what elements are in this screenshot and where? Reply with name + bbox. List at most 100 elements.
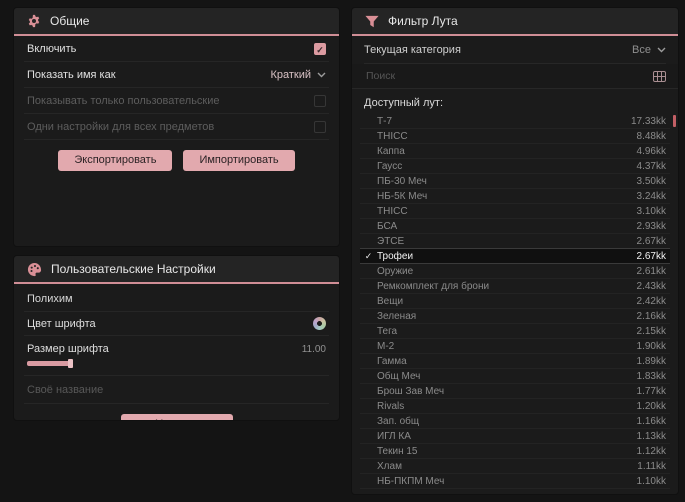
font-color-label: Цвет шрифта xyxy=(27,317,96,330)
loot-item-name: Вещи xyxy=(377,295,404,307)
enable-row: Включить xyxy=(24,36,329,62)
loot-item-value: 1.20kk xyxy=(636,400,666,412)
loot-list-item[interactable]: НБ-ПКПМ Меч 1.10kk xyxy=(360,474,670,489)
font-color-row: Цвет шрифта xyxy=(24,312,329,336)
scrollbar-thumb[interactable] xyxy=(673,115,676,127)
loot-list: Т-7 17.33kk THICC 8.48kk Каппа 4.96kk Га… xyxy=(360,114,670,489)
panel-filter-header: Фильтр Лута xyxy=(352,8,678,36)
panel-custom-settings: Пользовательские Настройки Полихим Цвет … xyxy=(14,256,339,420)
loot-list-item[interactable]: Зап. общ 1.16kk xyxy=(360,414,670,429)
font-size-row: Размер шрифта 11.00 xyxy=(24,336,329,358)
loot-item-value: 1.77kk xyxy=(636,385,666,397)
slider-fill xyxy=(27,361,71,366)
same-settings-row: Одни настройки для всех предметов xyxy=(24,114,329,140)
custom-name-input[interactable] xyxy=(24,376,329,403)
loot-item-name: Гаусс xyxy=(377,160,403,172)
show-name-row: Показать имя как Краткий xyxy=(24,62,329,88)
loot-item-name: Т-7 xyxy=(377,115,392,127)
delete-button[interactable]: Удалить xyxy=(120,414,233,420)
loot-item-value: 1.12kk xyxy=(636,445,666,457)
loot-list-item[interactable]: Т-7 17.33kk xyxy=(360,114,670,129)
color-picker-icon[interactable] xyxy=(313,317,326,330)
loot-item-name: Оружие xyxy=(377,265,414,277)
chevron-down-icon xyxy=(657,47,666,53)
export-button[interactable]: Экспортировать xyxy=(58,150,173,171)
category-row: Текущая категория Все xyxy=(364,36,666,64)
loot-item-name: Зап. общ xyxy=(377,415,420,427)
search-options-icon[interactable] xyxy=(653,70,666,82)
loot-item-name: Каппа xyxy=(377,145,405,157)
category-label: Текущая категория xyxy=(364,43,461,56)
loot-item-name: ИГЛ КА xyxy=(377,430,411,442)
loot-item-value: 1.90kk xyxy=(636,340,666,352)
category-value: Все xyxy=(632,43,651,56)
only-custom-checkbox[interactable] xyxy=(314,94,326,107)
font-size-value: 11.00 xyxy=(301,343,326,355)
loot-item-name: Ремкомплект для брони xyxy=(377,280,490,292)
loot-list-item[interactable]: Тега 2.15kk xyxy=(360,324,670,339)
loot-item-value: 3.50kk xyxy=(636,175,666,187)
loot-list-item[interactable]: М-2 1.90kk xyxy=(360,339,670,354)
loot-list-item[interactable]: THICC 8.48kk xyxy=(360,129,670,144)
loot-list-item[interactable]: Хлам 1.11kk xyxy=(360,459,670,474)
palette-icon xyxy=(27,262,42,277)
loot-item-name: Общ Меч xyxy=(377,370,421,382)
loot-item-value: 2.67kk xyxy=(636,235,666,247)
loot-item-value: 1.16kk xyxy=(636,415,666,427)
same-settings-checkbox[interactable] xyxy=(314,120,326,133)
loot-list-item[interactable]: Брош Зав Меч 1.77kk xyxy=(360,384,670,399)
loot-item-value: 2.43kk xyxy=(636,280,666,292)
loot-item-name: ЭТСЕ xyxy=(377,235,405,247)
loot-list-item[interactable]: Rivals 1.20kk xyxy=(360,399,670,414)
loot-list-item[interactable]: Ремкомплект для брони 2.43kk xyxy=(360,279,670,294)
show-name-select[interactable]: Краткий xyxy=(270,69,326,81)
loot-list-item[interactable]: Гаусс 4.37kk xyxy=(360,159,670,174)
check-icon xyxy=(360,251,377,262)
loot-item-name: Тега xyxy=(377,325,398,337)
loot-item-name: Трофеи xyxy=(377,250,414,262)
loot-list-item[interactable]: ИГЛ КА 1.13kk xyxy=(360,429,670,444)
loot-item-name: НБ-ПКПМ Меч xyxy=(377,475,445,487)
selected-item-name: Полихим xyxy=(24,284,329,312)
loot-list-item[interactable]: Текин 15 1.12kk xyxy=(360,444,670,459)
loot-item-value: 2.93kk xyxy=(636,220,666,232)
loot-item-name: ПБ-30 Меч xyxy=(377,175,427,187)
screen: Общие Включить Показать имя как Краткий … xyxy=(0,0,685,502)
loot-list-item[interactable]: ЭТСЕ 2.67kk xyxy=(360,234,670,249)
loot-list-item[interactable]: Каппа 4.96kk xyxy=(360,144,670,159)
gear-icon xyxy=(27,14,41,28)
search-input[interactable] xyxy=(364,69,645,83)
panel-custom-title: Пользовательские Настройки xyxy=(51,262,216,276)
loot-list-item[interactable]: Зеленая 2.16kk xyxy=(360,309,670,324)
loot-item-value: 3.10kk xyxy=(636,205,666,217)
loot-item-name: Rivals xyxy=(377,400,405,412)
loot-list-item[interactable]: ПБ-30 Меч 3.50kk xyxy=(360,174,670,189)
loot-item-value: 1.13kk xyxy=(636,430,666,442)
loot-item-name: THICC xyxy=(377,130,408,142)
panel-loot-filter: Фильтр Лута Текущая категория Все Доступ… xyxy=(352,8,678,494)
loot-item-value: 1.89kk xyxy=(636,355,666,367)
loot-list-item[interactable]: Общ Меч 1.83kk xyxy=(360,369,670,384)
chevron-down-icon xyxy=(317,72,326,78)
same-settings-label: Одни настройки для всех предметов xyxy=(27,120,215,133)
loot-item-value: 4.96kk xyxy=(636,145,666,157)
category-select[interactable]: Все xyxy=(632,44,666,56)
loot-item-value: 3.24kk xyxy=(636,190,666,202)
loot-list-item[interactable]: НБ-5К Меч 3.24kk xyxy=(360,189,670,204)
import-button[interactable]: Импортировать xyxy=(183,150,295,171)
enable-checkbox[interactable] xyxy=(314,42,326,55)
loot-item-value: 8.48kk xyxy=(636,130,666,142)
font-size-slider[interactable] xyxy=(27,359,81,368)
loot-list-item[interactable]: БСА 2.93kk xyxy=(360,219,670,234)
show-name-value: Краткий xyxy=(270,68,311,81)
slider-handle[interactable] xyxy=(68,359,73,368)
loot-list-item[interactable]: Гамма 1.89kk xyxy=(360,354,670,369)
custom-name-row xyxy=(24,376,329,404)
loot-item-value: 2.61kk xyxy=(636,265,666,277)
loot-list-item[interactable]: Вещи 2.42kk xyxy=(360,294,670,309)
loot-list-item[interactable]: THICC 3.10kk xyxy=(360,204,670,219)
loot-item-name: НБ-5К Меч xyxy=(377,190,428,202)
loot-list-item[interactable]: Трофеи 2.67kk xyxy=(360,249,670,264)
loot-list-item[interactable]: Оружие 2.61kk xyxy=(360,264,670,279)
available-loot-label: Доступный лут: xyxy=(364,97,444,109)
